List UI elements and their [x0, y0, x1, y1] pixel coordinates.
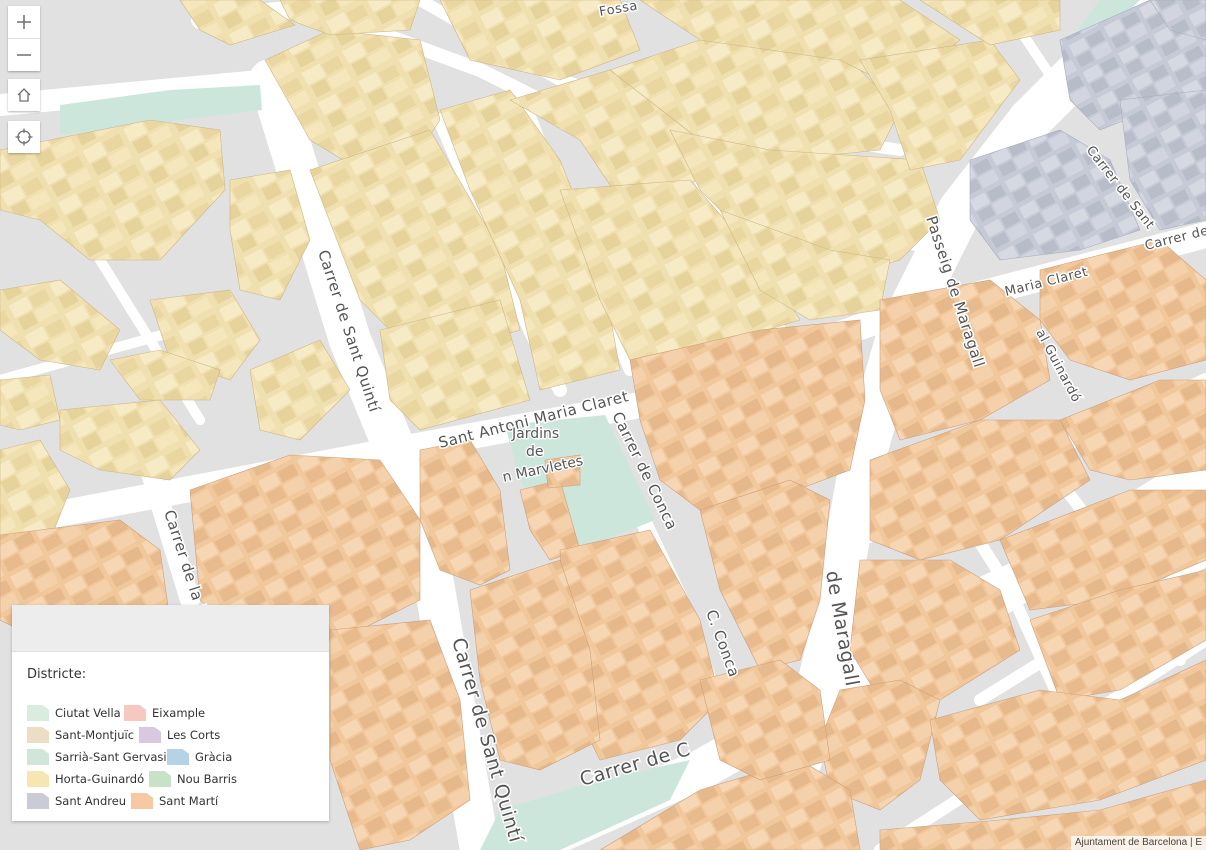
legend-label: Nou Barris	[177, 772, 237, 786]
legend-swatch	[139, 727, 161, 743]
legend-swatch	[27, 749, 49, 765]
legend-swatch	[167, 749, 189, 765]
home-button[interactable]	[8, 79, 40, 111]
zoom-in-button[interactable]	[8, 6, 40, 38]
locate-button[interactable]	[8, 121, 40, 153]
locate-control	[8, 121, 40, 153]
legend-swatch	[27, 727, 49, 743]
legend-item-sant-marti: Sant Martí	[131, 791, 218, 811]
legend-title: Districte:	[27, 667, 87, 682]
legend-item-sant-montjuic: Sant-Montjuïc	[27, 725, 134, 745]
attribution[interactable]: Ajuntament de Barcelona | E	[1070, 836, 1206, 850]
legend-swatch	[149, 771, 171, 787]
legend-swatch	[27, 793, 49, 809]
crosshair-icon	[15, 128, 33, 146]
legend-item-nou-barris: Nou Barris	[149, 769, 237, 789]
legend-label: Les Corts	[167, 728, 221, 742]
zoom-out-button[interactable]	[8, 38, 40, 71]
park-label-line2: de	[526, 444, 544, 460]
park-label-line1: Jardins	[511, 426, 559, 442]
legend-item-sant-andreu: Sant Andreu	[27, 791, 126, 811]
legend-label: Sarrià-Sant Gervasi	[55, 750, 167, 764]
home-control	[8, 79, 40, 111]
zoom-controls	[8, 6, 40, 71]
legend-item-ciutat-vella: Ciutat Vella	[27, 703, 121, 723]
legend-label: Sant Andreu	[55, 794, 127, 808]
legend-swatch	[27, 705, 49, 721]
plus-icon	[17, 15, 31, 29]
legend-label: Sant-Montjuïc	[55, 728, 135, 742]
legend-label: Eixample	[152, 706, 206, 720]
legend-item-eixample: Eixample	[124, 703, 205, 723]
legend-item-les-corts: Les Corts	[139, 725, 220, 745]
legend-item-horta-guinardo: Horta-Guinardó	[27, 769, 144, 789]
legend-panel: Districte: Ciutat Vella Eixample Sant-Mo…	[12, 605, 329, 821]
legend-item-sarria-sant-gervasi: Sarrià-Sant Gervasi	[27, 747, 167, 767]
legend-label: Ciutat Vella	[55, 706, 121, 720]
legend-swatch	[131, 793, 153, 809]
legend-swatch	[124, 705, 146, 721]
legend-swatch	[27, 771, 49, 787]
legend-label: Horta-Guinardó	[55, 772, 145, 786]
minus-icon	[17, 54, 31, 56]
legend-label: Gràcia	[195, 750, 233, 764]
home-icon	[17, 88, 31, 102]
legend-label: Sant Martí	[159, 794, 219, 808]
legend-item-gracia: Gràcia	[167, 747, 232, 767]
legend-header	[12, 605, 329, 652]
